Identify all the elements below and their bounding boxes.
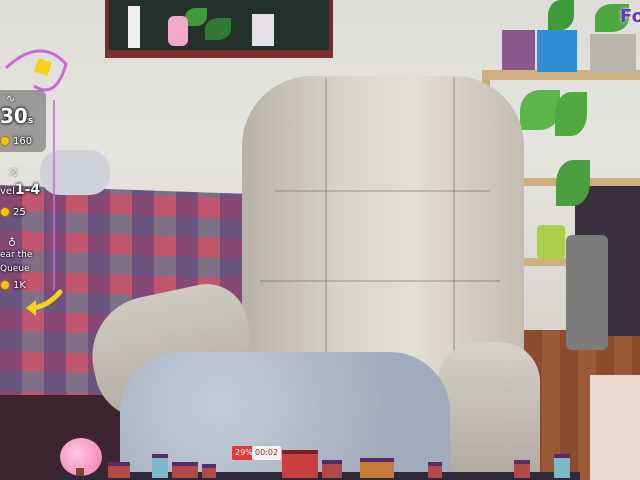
shelf-plant [185, 8, 207, 26]
town-house [108, 462, 130, 478]
plant-pot [502, 30, 535, 70]
shelf-figure [168, 16, 188, 46]
monstera-leaf [556, 160, 590, 206]
monstera-leaf [555, 92, 587, 136]
town-house [360, 458, 394, 478]
goal-line1: ear the [0, 250, 33, 260]
town-house [202, 464, 216, 478]
pillow [40, 150, 110, 195]
level-coins-value: 25 [13, 207, 26, 218]
wall-shelf-board [105, 50, 333, 58]
town-house [428, 462, 442, 478]
shelf-bottle [128, 6, 140, 48]
level-row: vel1-4 [0, 182, 40, 198]
timer-value: 30s [0, 104, 33, 128]
stream-logo: Fo [620, 6, 640, 27]
town-house [554, 454, 570, 478]
plant-pot [590, 34, 636, 72]
shelf-jar [252, 14, 274, 46]
town-gate [282, 450, 318, 478]
timer-number: 30 [0, 104, 28, 128]
goal-line2: Queue [0, 264, 30, 274]
chair-seam [260, 280, 500, 282]
time-badge: 00:02 [252, 446, 282, 460]
plant-leaf [548, 0, 574, 30]
plant-pot [537, 30, 577, 72]
coin-icon [0, 280, 10, 290]
timer-unit: s [27, 116, 34, 126]
coin-icon [0, 136, 10, 146]
town-house [172, 462, 198, 478]
goal-coins: 1K [0, 280, 26, 291]
shuffle-icon: ⤨ [8, 166, 17, 179]
level-label: vel [0, 186, 15, 197]
floor-vase [566, 235, 608, 350]
timer-coins-value: 160 [13, 136, 33, 147]
coin-icon [0, 207, 10, 217]
goal-coins-value: 1K [13, 280, 26, 291]
town-strip [60, 436, 580, 480]
side-table [590, 375, 640, 480]
green-cup [537, 225, 565, 259]
town-house [152, 454, 168, 478]
timer-coins: 160 [0, 136, 32, 147]
shelf-plant-leaf [205, 18, 231, 40]
level-value: 1-4 [14, 182, 41, 198]
bottle-icon: ♁ [8, 236, 17, 249]
town-house [514, 460, 530, 478]
monstera-leaf [520, 90, 560, 130]
chair-seam [325, 78, 455, 368]
level-coins: 25 [0, 207, 26, 218]
chair-seam [275, 190, 490, 192]
webcam-scene [0, 0, 640, 480]
town-house [322, 460, 342, 478]
